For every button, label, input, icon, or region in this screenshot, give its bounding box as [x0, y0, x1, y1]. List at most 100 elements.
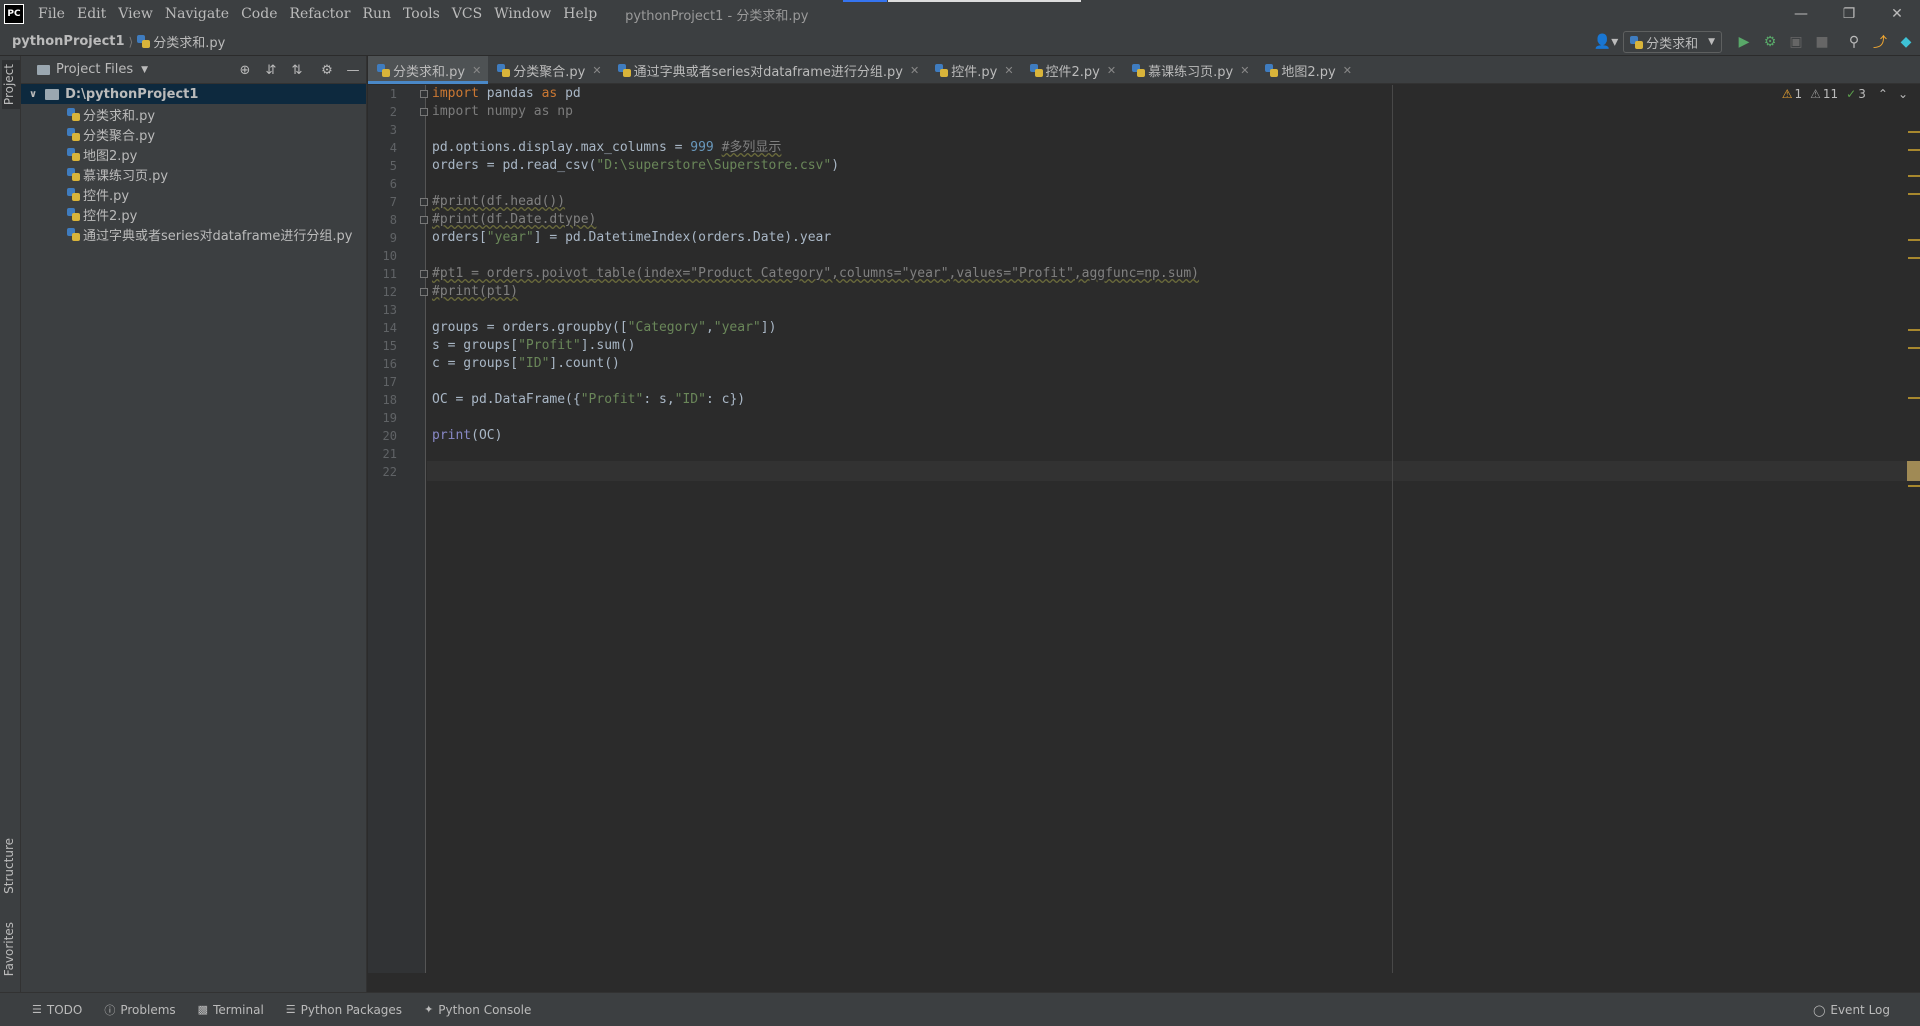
tree-file[interactable]: 慕课练习页.py — [21, 164, 366, 184]
fold-marker-icon[interactable] — [420, 90, 428, 98]
editor-tab[interactable]: 慕课练习页.py ✕ — [1123, 56, 1256, 84]
update-icon[interactable]: ⤴ — [1868, 30, 1892, 54]
close-icon[interactable]: ✕ — [472, 64, 481, 77]
coverage-icon[interactable]: ▣ — [1784, 30, 1808, 54]
tree-file[interactable]: 地图2.py — [21, 144, 366, 164]
fold-marker-icon[interactable] — [420, 198, 428, 206]
weak-warnings-count[interactable]: ⚠ 11 — [1810, 87, 1838, 101]
run-configuration-select[interactable]: 分类求和 ▼ — [1623, 31, 1722, 53]
python-file-icon — [617, 63, 631, 77]
tree-file[interactable]: 控件2.py — [21, 204, 366, 224]
tool-tab-project[interactable]: Project — [2, 60, 20, 110]
close-icon[interactable]: ✕ — [1240, 64, 1249, 77]
menu-tools[interactable]: Tools — [397, 0, 446, 28]
menu-help[interactable]: Help — [557, 0, 603, 28]
code-line[interactable]: import numpy as np — [432, 101, 573, 123]
menu-file[interactable]: File — [32, 0, 71, 28]
menu-navigate[interactable]: Navigate — [159, 0, 235, 28]
code-line[interactable]: print(OC) — [432, 425, 502, 447]
tree-file[interactable]: 分类求和.py — [21, 104, 366, 124]
restore-icon[interactable]: ❐ — [1826, 0, 1872, 28]
close-icon[interactable]: ✕ — [592, 64, 601, 77]
tool-tab-python-console[interactable]: ✦ Python Console — [424, 1003, 531, 1017]
tool-tab-terminal[interactable]: ▩ Terminal — [198, 1003, 264, 1017]
menu-edit[interactable]: Edit — [71, 0, 112, 28]
minimize-icon[interactable]: — — [1778, 0, 1824, 28]
chevron-down-icon: ▼ — [1708, 37, 1715, 47]
ok-count[interactable]: ✓ 3 — [1846, 87, 1866, 101]
close-icon[interactable]: ✕ — [1107, 64, 1116, 77]
code-line[interactable]: #pt1 = orders.poivot_table(index="Produc… — [432, 263, 1199, 285]
prev-highlight-icon[interactable]: ⌃ — [1878, 87, 1888, 101]
code-line[interactable]: c = groups["ID"].count() — [432, 353, 620, 375]
breadcrumb-project[interactable]: pythonProject1 — [12, 34, 125, 49]
menu-vcs[interactable]: VCS — [446, 0, 488, 28]
tree-root-folder[interactable]: ∨ D:\pythonProject1 — [21, 84, 366, 104]
folder-icon — [37, 64, 50, 75]
next-highlight-icon[interactable]: ⌄ — [1898, 87, 1908, 101]
tool-tab-todo[interactable]: ☰ TODO — [32, 1003, 82, 1017]
close-icon[interactable]: ✕ — [1343, 64, 1352, 77]
close-icon[interactable]: ✕ — [910, 64, 919, 77]
fold-marker-icon[interactable] — [420, 108, 428, 116]
tool-tab-python-packages[interactable]: ☰ Python Packages — [286, 1003, 402, 1017]
fold-marker-icon[interactable] — [420, 216, 428, 224]
close-window-icon[interactable]: ✕ — [1874, 0, 1920, 28]
editor-tab[interactable]: 通过字典或者series对dataframe进行分组.py ✕ — [609, 56, 927, 84]
chevron-down-icon[interactable]: ▼ — [141, 65, 148, 75]
close-icon[interactable]: ✕ — [1004, 64, 1013, 77]
fold-marker-icon[interactable] — [420, 288, 428, 296]
inspection-widget[interactable]: ⚠ 1 ⚠ 11 ✓ 3 ⌃ ⌄ — [1774, 87, 1908, 101]
tool-tab-event-log[interactable]: ◯ Event Log — [1813, 993, 1890, 1026]
project-view-select[interactable]: Project Files — [56, 62, 133, 77]
editor-tab[interactable]: 分类求和.py ✕ — [368, 56, 489, 84]
error-stripe-mark[interactable] — [1908, 397, 1920, 399]
tree-file[interactable]: 分类聚合.py — [21, 124, 366, 144]
user-account-icon[interactable]: 👤▾ — [1591, 30, 1621, 54]
error-stripe-mark[interactable] — [1908, 329, 1920, 331]
code-with-me-icon[interactable]: ◆ — [1894, 30, 1918, 54]
code-editor[interactable]: 1 2 3 4 5 6 7 8 9 10 11 12 13 14 15 16 17 18 19 20 21 22 impo… — [368, 85, 1920, 973]
error-stripe-mark[interactable] — [1908, 193, 1920, 195]
hide-icon[interactable]: — — [340, 58, 366, 82]
menu-window[interactable]: Window — [488, 0, 557, 28]
error-stripe-mark[interactable] — [1908, 239, 1920, 241]
code-line[interactable]: #print(pt1) — [432, 281, 518, 303]
locate-icon[interactable]: ⊕ — [232, 58, 258, 82]
error-stripe-mark[interactable] — [1908, 175, 1920, 177]
fold-marker-icon[interactable] — [420, 270, 428, 278]
tree-file[interactable]: 通过字典或者series对dataframe进行分组.py — [21, 224, 366, 244]
code-line[interactable]: OC = pd.DataFrame({"Profit": s,"ID": c}) — [432, 389, 745, 411]
editor-tab[interactable]: 地图2.py ✕ — [1256, 56, 1359, 84]
error-stripe-mark[interactable] — [1908, 131, 1920, 133]
editor-tab[interactable]: 控件.py ✕ — [926, 56, 1020, 84]
search-icon[interactable]: ⚲ — [1842, 30, 1866, 54]
error-stripe-mark[interactable] — [1908, 257, 1920, 259]
code-line[interactable]: orders["year"] = pd.DatetimeIndex(orders… — [432, 227, 831, 249]
menu-view[interactable]: View — [112, 0, 159, 28]
code-line[interactable]: orders = pd.read_csv("D:\superstore\Supe… — [432, 155, 839, 177]
editor-tab[interactable]: 分类聚合.py ✕ — [488, 56, 608, 84]
terminal-icon: ▩ — [197, 1003, 209, 1016]
error-stripe-mark[interactable] — [1908, 149, 1920, 151]
error-stripe-mark[interactable] — [1908, 347, 1920, 349]
editor-tab[interactable]: 控件2.py ✕ — [1021, 56, 1124, 84]
debug-icon[interactable]: ⚙ — [1758, 30, 1782, 54]
menu-code[interactable]: Code — [235, 0, 283, 28]
expand-all-icon[interactable]: ⇵ — [258, 58, 284, 82]
chevron-down-icon[interactable]: ∨ — [29, 89, 37, 100]
warnings-count[interactable]: ⚠ 1 — [1782, 87, 1802, 101]
stop-icon[interactable]: ■ — [1810, 30, 1834, 54]
tool-tab-favorites[interactable]: Favorites — [2, 918, 16, 980]
tool-tab-structure[interactable]: Structure — [2, 834, 16, 898]
gear-icon[interactable]: ⚙ — [314, 58, 340, 82]
menu-run[interactable]: Run — [356, 0, 397, 28]
error-stripe-mark[interactable] — [1908, 485, 1920, 487]
breadcrumb-file[interactable]: 分类求和.py — [137, 32, 225, 51]
editor-tab-label: 控件2.py — [1045, 64, 1100, 80]
tool-tab-problems[interactable]: ⓘ Problems — [104, 1002, 175, 1018]
menu-refactor[interactable]: Refactor — [283, 0, 356, 28]
tree-file[interactable]: 控件.py — [21, 184, 366, 204]
collapse-all-icon[interactable]: ⇅ — [284, 58, 310, 82]
run-icon[interactable]: ▶ — [1732, 30, 1756, 54]
